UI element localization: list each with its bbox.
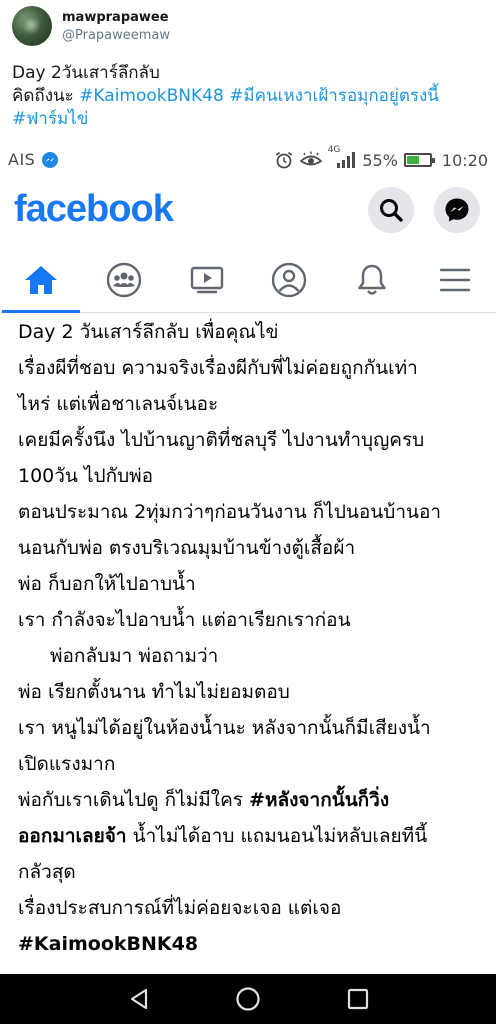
post-line: ไหร่ แต่เพื่อชาเลนจ์เนอะ bbox=[18, 393, 219, 415]
avatar[interactable] bbox=[12, 6, 52, 46]
hashtag-farm[interactable]: #ฟาร์มไข่ bbox=[12, 109, 88, 129]
post-hashtag-bold-continued[interactable]: ออกมาเลยจ้า bbox=[18, 825, 127, 847]
facebook-header: facebook bbox=[0, 178, 496, 248]
post-text: Day 2 วันเสาร์ลึกลับ เพื่อคุณไข่ เรื่องผ… bbox=[0, 314, 496, 974]
post-line: เคยมีครั้งนึง ไปบ้านญาติที่ชลบุรี ไปงานท… bbox=[18, 429, 425, 451]
watch-icon bbox=[190, 266, 224, 294]
post-line: พ่อกลับมา พ่อถามว่า bbox=[50, 645, 219, 667]
home-circle-icon bbox=[236, 987, 260, 1011]
post-line: เปิดแรงมาก bbox=[18, 753, 116, 775]
tab-notifications[interactable] bbox=[331, 248, 413, 312]
tab-watch[interactable] bbox=[166, 248, 248, 312]
profile-icon bbox=[271, 262, 307, 298]
facebook-logo[interactable]: facebook bbox=[14, 188, 174, 231]
post-line: กลัวสุด bbox=[18, 861, 76, 883]
tweet-header: mawprapawee @Prapaweemaw Day 2วันเสาร์ลึ… bbox=[0, 0, 496, 140]
post-hashtag: #KaimookBNK48 bbox=[0, 926, 496, 962]
eye-comfort-icon bbox=[299, 151, 322, 169]
post-line: เรื่องผีที่ชอบ ความจริงเรื่องผีกับพี่ไม่… bbox=[18, 357, 418, 379]
tab-profile[interactable] bbox=[248, 248, 330, 312]
messenger-button[interactable] bbox=[434, 187, 480, 233]
home-button[interactable] bbox=[233, 984, 263, 1014]
hashtag-kaimook-post[interactable]: #KaimookBNK48 bbox=[18, 933, 198, 955]
hamburger-menu-icon bbox=[439, 268, 471, 292]
status-icons: 4G 55% 10:20 bbox=[274, 145, 488, 172]
battery-level bbox=[406, 156, 419, 164]
recents-icon bbox=[347, 988, 369, 1010]
post-line: 100วัน ไปกับพ่อ bbox=[18, 465, 154, 487]
search-button[interactable] bbox=[368, 187, 414, 233]
android-nav-bar bbox=[0, 974, 496, 1024]
tweet-line-2-text: คิดถึงนะ bbox=[12, 86, 80, 106]
post-text-segment: น้ำไม่ได้อาบ แถมนอนไม่หลับเลยทีนี้ bbox=[126, 825, 428, 847]
bell-icon bbox=[358, 264, 386, 295]
tweet-line-3: #ฟาร์มไข่ bbox=[12, 108, 488, 131]
facebook-nav-tabs bbox=[0, 248, 496, 313]
battery-percent: 55% bbox=[362, 150, 398, 170]
tweet-line-1: Day 2วันเสาร์ลึกลับ bbox=[12, 63, 160, 83]
tweet-line-2: คิดถึงนะ #KaimookBNK48 #มีคนเหงาเฝ้ารอมุ… bbox=[12, 85, 488, 108]
battery-icon bbox=[403, 153, 435, 167]
messenger-icon bbox=[445, 198, 469, 222]
post-line: พ่อ เรียกตั้งนาน ทำไมไม่ยอมตอบ bbox=[18, 681, 290, 703]
post-line: เรา กำลังจะไปอาบน้ำ แต่อาเรียกเราก่อน bbox=[18, 609, 351, 631]
tab-menu[interactable] bbox=[414, 248, 496, 312]
post-line: Day 2 วันเสาร์ลึกลับ เพื่อคุณไข่ bbox=[18, 321, 279, 343]
back-button[interactable] bbox=[124, 984, 154, 1014]
home-icon bbox=[25, 266, 57, 294]
post-line: เรื่องประสบการณ์ที่ไม่ค่อยจะเจอ แต่เจอ bbox=[18, 897, 342, 919]
post-line: เรา หนูไม่ได้อยู่ในห้องน้ำนะ หลังจากนั้น… bbox=[18, 717, 431, 739]
messenger-notification-icon bbox=[42, 152, 58, 168]
signal-icon: 4G bbox=[328, 145, 357, 169]
phone-status-bar: AIS 4G 55% 10:20 bbox=[0, 142, 496, 176]
user-handle[interactable]: @Prapaweemaw bbox=[62, 28, 170, 43]
post-line-mixed: ออกมาเลยจ้า น้ำไม่ได้อาบ แถมนอนไม่หลับเล… bbox=[0, 818, 496, 854]
post-line: นอนกับพ่อ ตรงบริเวณมุมบ้านข้างตู้เสื้อผ้… bbox=[18, 537, 356, 559]
back-icon bbox=[130, 988, 148, 1010]
recents-button[interactable] bbox=[343, 984, 373, 1014]
post-text-segment: พ่อกับเราเดินไปดู ก็ไม่มีใคร bbox=[18, 789, 250, 811]
post-line-mixed: พ่อกับเราเดินไปดู ก็ไม่มีใคร #หลังจากนั้… bbox=[0, 782, 496, 818]
post-line: ตอนประมาณ 2ทุ่มกว่าๆก่อนวันงาน ก็ไปนอนบ้… bbox=[18, 501, 442, 523]
hashtag-kaimook[interactable]: #KaimookBNK48 bbox=[79, 86, 224, 106]
post-hashtag-bold[interactable]: #หลังจากนั้นก็วิ่ง bbox=[249, 789, 389, 811]
network-type: 4G bbox=[327, 145, 341, 155]
alarm-icon bbox=[274, 150, 294, 170]
carrier-name: AIS bbox=[8, 150, 36, 169]
hashtag-waiting[interactable]: #มีคนเหงาเฝ้ารอมุกอยู่ตรงนี้ bbox=[229, 86, 439, 106]
tab-groups[interactable] bbox=[83, 248, 165, 312]
clock-time: 10:20 bbox=[441, 150, 488, 170]
groups-icon bbox=[106, 262, 142, 298]
post-line: พ่อ ก็บอกให้ไปอาบน้ำ bbox=[18, 573, 196, 595]
search-icon bbox=[380, 199, 403, 222]
tweet-text: Day 2วันเสาร์ลึกลับ คิดถึงนะ #KaimookBNK… bbox=[12, 62, 488, 131]
display-name[interactable]: mawprapawee bbox=[62, 10, 169, 25]
tab-home[interactable] bbox=[0, 248, 82, 313]
